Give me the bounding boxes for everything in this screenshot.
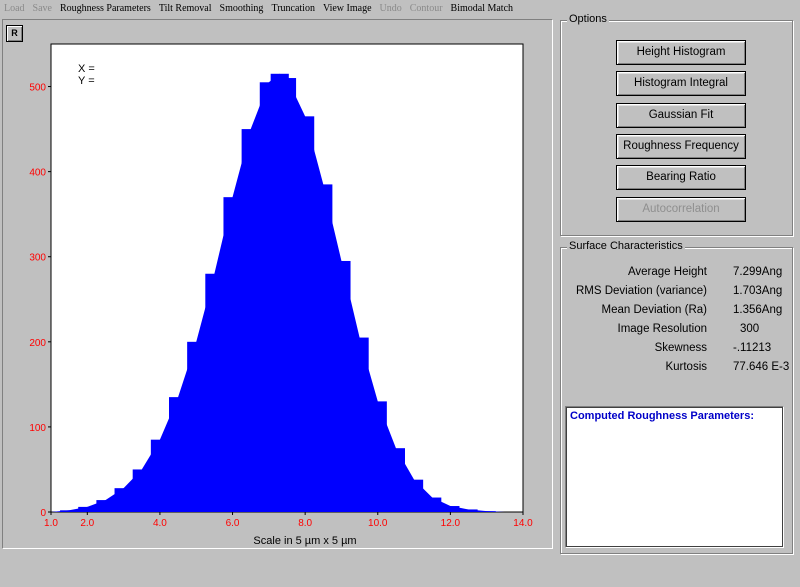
- gaussian-fit-button[interactable]: Gaussian Fit: [616, 103, 746, 128]
- computed-roughness-title: Computed Roughness Parameters:: [570, 410, 754, 422]
- x-tick-label: 8.0: [298, 518, 312, 529]
- cursor-x-readout: X =: [78, 63, 95, 75]
- average-height-label: Average Height: [627, 266, 707, 278]
- bearing-ratio-button[interactable]: Bearing Ratio: [616, 165, 746, 190]
- x-tick-label: 12.0: [441, 518, 461, 529]
- y-axis-ticks: 0 100 200 300 400 500: [29, 83, 51, 519]
- kurtosis-value: 77.646 E-3: [733, 361, 790, 373]
- y-tick-label: 200: [29, 338, 46, 349]
- y-tick-label: 400: [29, 168, 46, 179]
- mean-deviation-value: 1.356Ang: [733, 304, 783, 316]
- rms-deviation-label: RMS Deviation (variance): [575, 285, 707, 297]
- cursor-y-readout: Y =: [78, 75, 95, 87]
- x-tick-label: 10.0: [368, 518, 388, 529]
- x-tick-label: 14.0: [513, 518, 533, 529]
- computed-roughness-box[interactable]: Computed Roughness Parameters:: [565, 406, 784, 548]
- x-tick-label: 2.0: [80, 518, 94, 529]
- average-height-value: 7.299Ang: [733, 266, 783, 278]
- height-histogram-button[interactable]: Height Histogram: [616, 40, 746, 65]
- x-tick-label: 4.0: [153, 518, 167, 529]
- surface-characteristics-title: Surface Characteristics: [567, 240, 685, 252]
- rms-deviation-value: 1.703Ang: [733, 285, 783, 297]
- y-tick-label: 300: [29, 253, 46, 264]
- y-tick-label: 500: [29, 83, 46, 94]
- skewness-value: -.11213: [733, 342, 772, 354]
- image-resolution-label: Image Resolution: [617, 323, 708, 335]
- x-axis-ticks: 1.0 2.0 4.0 6.0 8.0 10.0 12.0 14.0: [44, 512, 533, 529]
- x-tick-label: 6.0: [226, 518, 240, 529]
- y-tick-label: 100: [29, 423, 46, 434]
- x-axis-label: Scale in 5 µm x 5 µm: [253, 535, 356, 547]
- histogram-integral-button[interactable]: Histogram Integral: [616, 71, 746, 96]
- x-tick-label: 1.0: [44, 518, 58, 529]
- skewness-label: Skewness: [654, 342, 707, 354]
- image-resolution-value: 300: [740, 323, 760, 335]
- kurtosis-label: Kurtosis: [665, 361, 707, 373]
- options-title: Options: [567, 13, 609, 25]
- autocorrelation-button[interactable]: Autocorrelation: [616, 197, 746, 222]
- y-tick-label: 0: [40, 508, 46, 519]
- mean-deviation-label: Mean Deviation (Ra): [601, 304, 707, 316]
- roughness-frequency-button[interactable]: Roughness Frequency: [616, 134, 746, 159]
